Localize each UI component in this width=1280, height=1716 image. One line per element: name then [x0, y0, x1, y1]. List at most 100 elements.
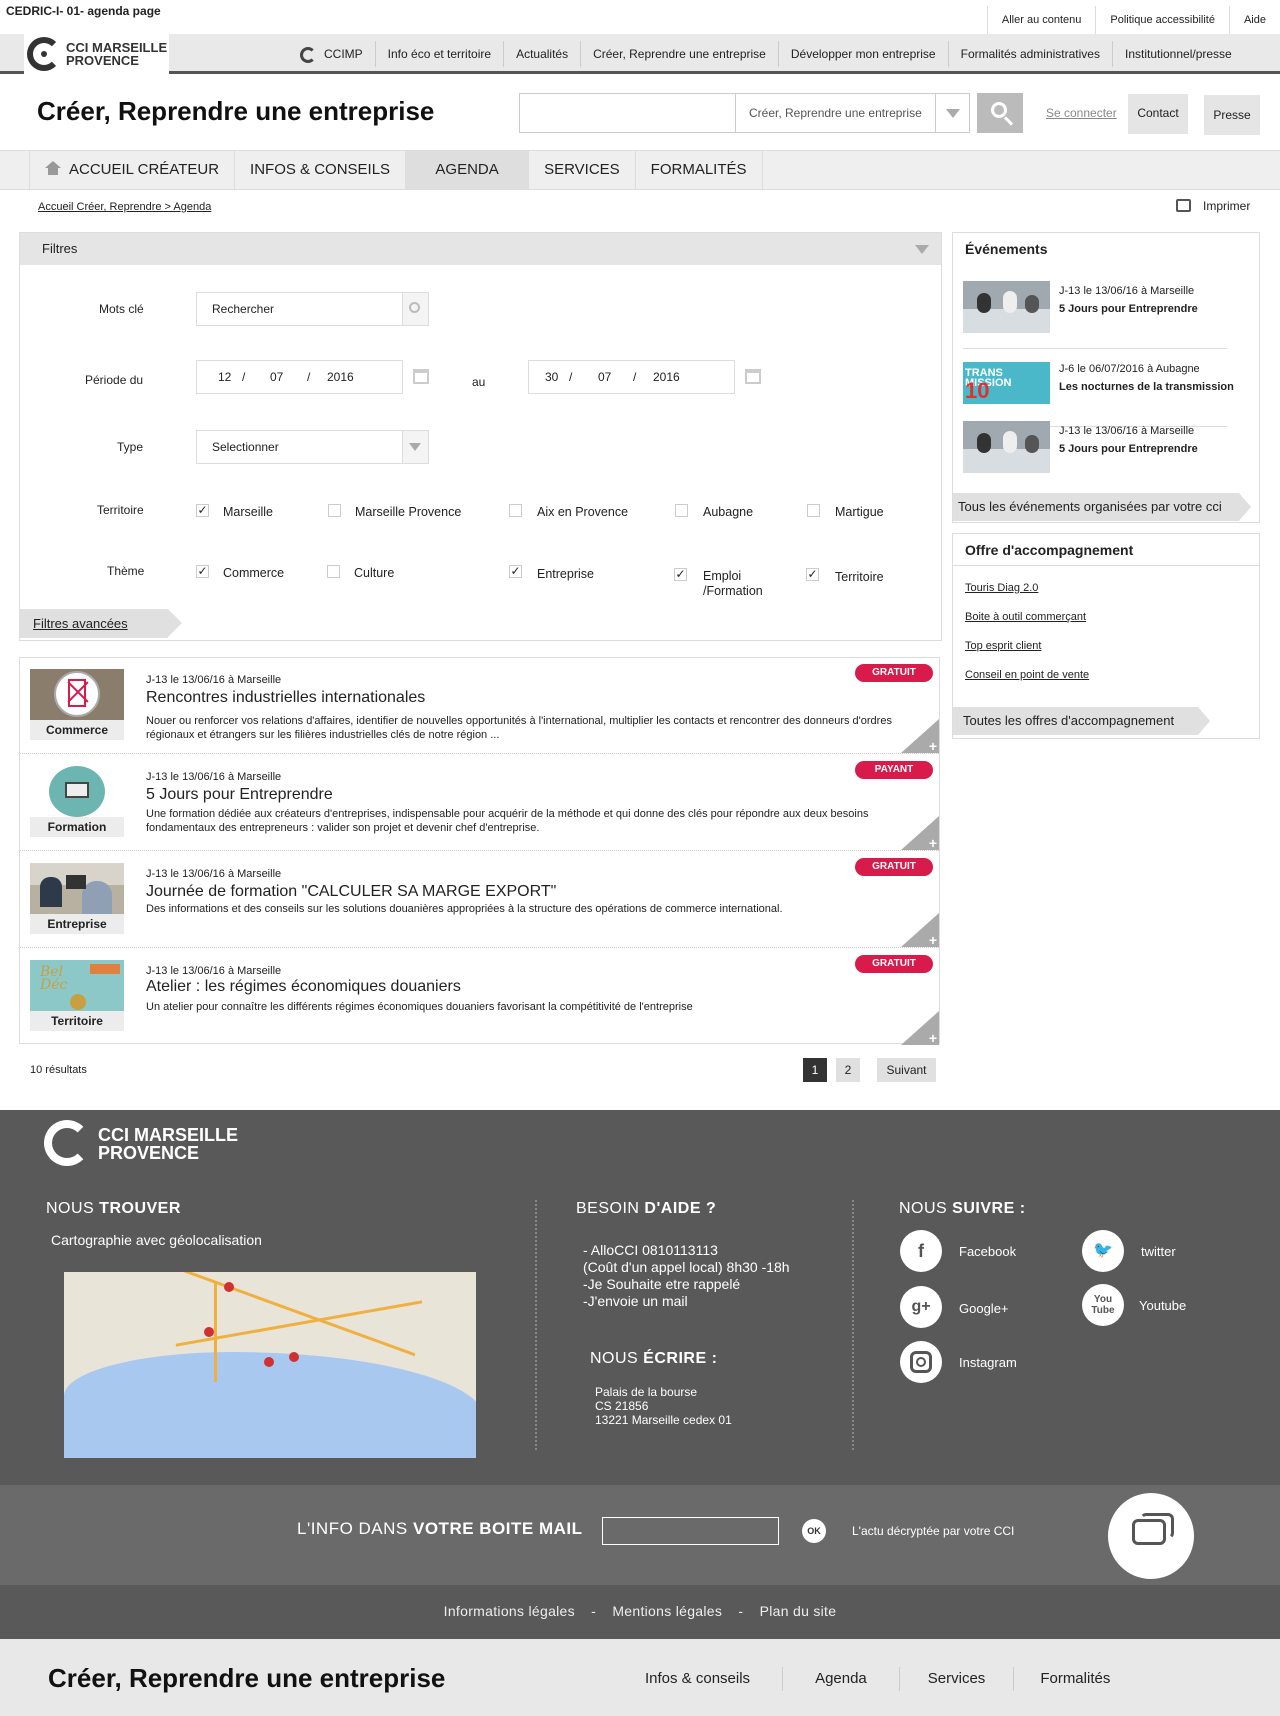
facebook-icon[interactable]: f: [900, 1230, 942, 1272]
bottom-link-services[interactable]: Services: [900, 1667, 1015, 1691]
theme-commerce-checkbox[interactable]: ✓: [196, 565, 209, 578]
cci-logo[interactable]: CCI MARSEILLE PROVENCE: [24, 34, 169, 74]
all-events-link[interactable]: Tous les événements organisées par votre…: [953, 493, 1251, 521]
search-scope-select[interactable]: Créer, Reprendre une entreprise: [735, 93, 970, 133]
nav-formalites[interactable]: Formalités administratives: [949, 41, 1113, 67]
footer-logo-line1: CCI MARSEILLE: [98, 1125, 239, 1145]
filters-header[interactable]: Filtres: [20, 233, 941, 265]
type-select[interactable]: Selectionner: [196, 430, 429, 464]
bottom-link-agenda[interactable]: Agenda: [783, 1667, 900, 1691]
bottom-link-formalites[interactable]: Formalités: [1014, 1667, 1136, 1691]
event-item[interactable]: Bel Déc Territoire J-13 le 13/06/16 à Ma…: [20, 949, 939, 1046]
all-offers-link[interactable]: Toutes les offres d'accompagnement: [953, 707, 1210, 735]
accessibility-link[interactable]: Politique accessibilité: [1095, 6, 1229, 34]
theme-entreprise-checkbox[interactable]: ✓: [509, 565, 522, 578]
calendar-icon[interactable]: [745, 369, 761, 384]
youtube-label[interactable]: Youtube: [1139, 1298, 1186, 1313]
sub-navigation: ACCUEIL CRÉATEUR INFOS & CONSEILS AGENDA…: [0, 150, 1280, 190]
youtube-icon[interactable]: You Tube: [1082, 1284, 1124, 1326]
nav-info-eco[interactable]: Info éco et territoire: [376, 41, 505, 67]
google-plus-icon[interactable]: g+: [900, 1286, 942, 1328]
territory-label: Territoire: [97, 503, 144, 517]
facebook-label[interactable]: Facebook: [959, 1244, 1016, 1259]
keywords-input[interactable]: Rechercher: [196, 292, 429, 326]
territory-martigue-checkbox[interactable]: [807, 504, 820, 517]
offer-link[interactable]: Conseil en point de vente: [965, 669, 1089, 681]
event-title[interactable]: Journée de formation "CALCULER SA MARGE …: [146, 883, 556, 901]
territory-marseille-provence-checkbox[interactable]: [328, 504, 341, 517]
territory-aubagne-checkbox[interactable]: [675, 504, 688, 517]
territory-marseille-checkbox[interactable]: ✓: [196, 504, 209, 517]
contact-button[interactable]: Contact: [1128, 94, 1188, 134]
event-category: Entreprise: [30, 914, 124, 934]
subnav-accueil[interactable]: ACCUEIL CRÉATEUR: [29, 151, 236, 189]
offer-link[interactable]: Top esprit client: [965, 640, 1041, 652]
event-thumbnail: TRANS MISSION 10: [963, 362, 1050, 404]
theme-culture-checkbox[interactable]: [327, 565, 340, 578]
nav-institutionnel[interactable]: Institutionnel/presse: [1113, 41, 1244, 67]
subnav-formalites[interactable]: FORMALITÉS: [634, 151, 763, 189]
sidebar-event[interactable]: J-13 le 13/06/16 à Marseille 5 Jours pou…: [963, 421, 1227, 489]
breadcrumb[interactable]: Accueil Créer, Reprendre > Agenda: [38, 201, 211, 213]
nav-creer-reprendre[interactable]: Créer, Reprendre une entreprise: [581, 41, 779, 67]
event-item[interactable]: Formation J-13 le 13/06/16 à Marseille 5…: [20, 755, 939, 851]
search-input[interactable]: [519, 93, 735, 133]
page-2-button[interactable]: 2: [836, 1058, 860, 1082]
event-item[interactable]: Commerce J-13 le 13/06/16 à Marseille Re…: [20, 658, 939, 754]
skip-to-content-link[interactable]: Aller au contenu: [986, 6, 1096, 34]
event-item[interactable]: Entreprise J-13 le 13/06/16 à Marseille …: [20, 852, 939, 948]
event-title[interactable]: Atelier : les régimes économiques douani…: [146, 978, 461, 996]
login-link[interactable]: Se connecter: [1046, 106, 1117, 120]
search-button[interactable]: [977, 93, 1023, 133]
offer-link[interactable]: Boite à outil commerçant: [965, 611, 1086, 623]
instagram-icon[interactable]: [900, 1341, 942, 1383]
theme-emploi-checkbox[interactable]: ✓: [674, 568, 687, 581]
theme-territoire-checkbox[interactable]: ✓: [806, 568, 819, 581]
theme-culture-label: Culture: [354, 566, 395, 580]
keywords-search-button[interactable]: [402, 293, 428, 325]
advanced-filters-link[interactable]: Filtres avancées: [20, 609, 182, 638]
filters-title: Filtres: [42, 241, 78, 256]
sidebar-event-meta: J-6 le 06/07/2016 à Aubagne: [1059, 363, 1200, 375]
logo-line2: PROVENCE: [66, 53, 139, 68]
newsletter-email-input[interactable]: [602, 1517, 779, 1545]
subnav-agenda[interactable]: AGENDA: [405, 151, 530, 189]
sidebar-event-title: Les nocturnes de la transmission: [1059, 381, 1234, 393]
mentions-link[interactable]: Mentions légales: [612, 1603, 722, 1619]
event-title[interactable]: 5 Jours pour Entreprendre: [146, 786, 333, 804]
offer-link[interactable]: Touris Diag 2.0: [965, 582, 1038, 594]
calendar-icon[interactable]: [413, 369, 429, 384]
instagram-label[interactable]: Instagram: [959, 1355, 1017, 1370]
expand-plus-icon[interactable]: +: [901, 816, 939, 851]
subnav-services[interactable]: SERVICES: [528, 151, 636, 189]
date-from-input[interactable]: 12 / 07 / 2016: [196, 360, 403, 394]
map-image[interactable]: [64, 1272, 476, 1458]
help-link[interactable]: Aide: [1228, 6, 1280, 34]
expand-plus-icon[interactable]: +: [901, 913, 939, 948]
territory-martigue-label: Martigue: [835, 505, 884, 519]
twitter-label[interactable]: twitter: [1141, 1244, 1176, 1259]
bottom-link-infos[interactable]: Infos & conseils: [613, 1667, 784, 1691]
territory-aix-checkbox[interactable]: [509, 504, 522, 517]
subnav-infos[interactable]: INFOS & CONSEILS: [234, 151, 407, 189]
legal-info-link[interactable]: Informations légales: [444, 1603, 575, 1619]
event-title[interactable]: Rencontres industrielles internationales: [146, 689, 425, 707]
page-1-button[interactable]: 1: [803, 1058, 827, 1082]
expand-plus-icon[interactable]: +: [901, 1011, 939, 1046]
sidebar-event[interactable]: TRANS MISSION 10 J-6 le 06/07/2016 à Auba…: [963, 359, 1234, 427]
next-page-button[interactable]: Suivant: [877, 1058, 936, 1082]
print-button[interactable]: Imprimer: [1176, 199, 1250, 213]
google-plus-label[interactable]: Google+: [959, 1301, 1009, 1316]
presse-button[interactable]: Presse: [1204, 95, 1260, 135]
newsletter-ok-button[interactable]: OK: [802, 1519, 826, 1543]
nav-developper[interactable]: Développer mon entreprise: [779, 41, 949, 67]
date-to-input[interactable]: 30 / 07 / 2016: [528, 360, 735, 394]
expand-plus-icon[interactable]: +: [901, 719, 939, 754]
twitter-icon[interactable]: 🐦: [1082, 1230, 1124, 1272]
territory-aubagne-label: Aubagne: [703, 505, 754, 519]
sitemap-link[interactable]: Plan du site: [760, 1603, 837, 1619]
sidebar-event[interactable]: J-13 le 13/06/16 à Marseille 5 Jours pou…: [963, 281, 1227, 349]
nav-ccimp[interactable]: CCIMP: [288, 41, 376, 67]
chat-button[interactable]: [1108, 1493, 1194, 1579]
nav-actualites[interactable]: Actualités: [504, 41, 582, 67]
